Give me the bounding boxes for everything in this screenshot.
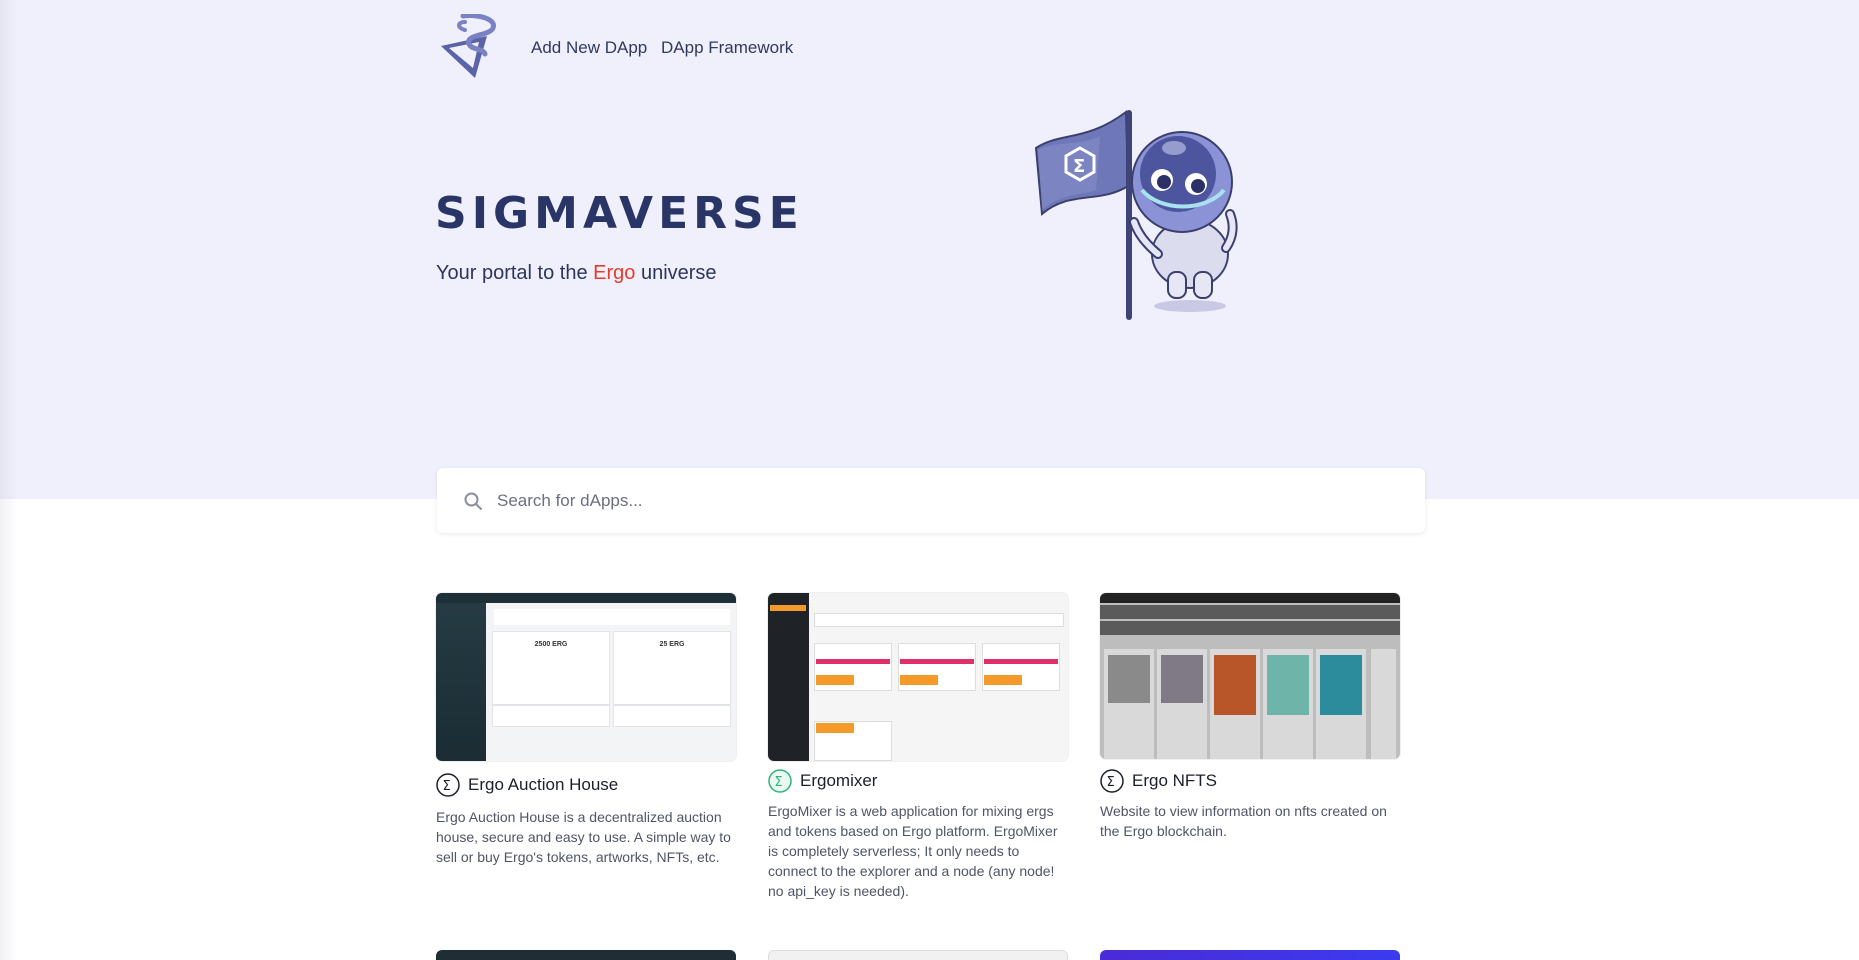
page-title: SIGMAVERSE xyxy=(435,188,804,239)
svg-text:Σ: Σ xyxy=(1073,156,1085,177)
auction-price-right: 25 ERG xyxy=(659,641,685,648)
card-title[interactable]: Ergo NFTS xyxy=(1132,770,1217,792)
auction-price-left: 2500 ERG xyxy=(534,641,568,648)
sigma-icon: Σ xyxy=(1100,769,1124,793)
svg-text:Σ: Σ xyxy=(775,775,783,790)
sigma-icon: Σ xyxy=(436,773,460,797)
hero-subtitle: Your portal to the Ergo universe xyxy=(436,261,717,285)
svg-text:Σ: Σ xyxy=(443,779,451,794)
nav-add-new-dapp[interactable]: Add New DApp xyxy=(531,38,647,58)
subtitle-accent: Ergo xyxy=(593,262,636,284)
search-input[interactable] xyxy=(497,468,1397,533)
dapp-card-peek[interactable] xyxy=(1100,950,1400,960)
card-description: Ergo Auction House is a decentralized au… xyxy=(436,809,731,865)
card-thumbnail[interactable] xyxy=(768,593,1068,761)
dapp-card-auction-house[interactable]: 2500 ERG 25 ERG Σ Ergo Auction House Erg… xyxy=(436,593,736,867)
nav-dapp-framework[interactable]: DApp Framework xyxy=(661,38,793,58)
dapp-card-peek[interactable] xyxy=(436,950,736,960)
dapp-card-peek[interactable] xyxy=(768,950,1068,960)
hero-background xyxy=(0,0,1859,499)
card-description: ErgoMixer is a web application for mixin… xyxy=(768,803,1058,899)
search-bar[interactable] xyxy=(437,468,1425,533)
ergomixer-icon: Σ xyxy=(768,769,792,793)
card-title[interactable]: Ergo Auction House xyxy=(468,774,618,796)
card-title[interactable]: Ergomixer xyxy=(800,770,877,792)
subtitle-before: Your portal to the xyxy=(436,262,594,284)
dapp-card-ergomixer[interactable]: Σ Ergomixer ErgoMixer is a web applicati… xyxy=(768,593,1068,901)
card-thumbnail[interactable] xyxy=(1100,593,1400,759)
search-icon xyxy=(464,492,482,510)
card-description: Website to view information on nfts crea… xyxy=(1100,803,1387,839)
astronaut-mascot-icon: Σ xyxy=(1034,110,1238,320)
dapp-card-ergo-nfts[interactable]: Σ Ergo NFTS Website to view information … xyxy=(1100,593,1400,841)
subtitle-after: universe xyxy=(635,262,717,284)
sigmaverse-logo-icon[interactable] xyxy=(435,14,505,78)
card-thumbnail[interactable]: 2500 ERG 25 ERG xyxy=(436,593,736,761)
svg-text:Σ: Σ xyxy=(1107,775,1115,790)
